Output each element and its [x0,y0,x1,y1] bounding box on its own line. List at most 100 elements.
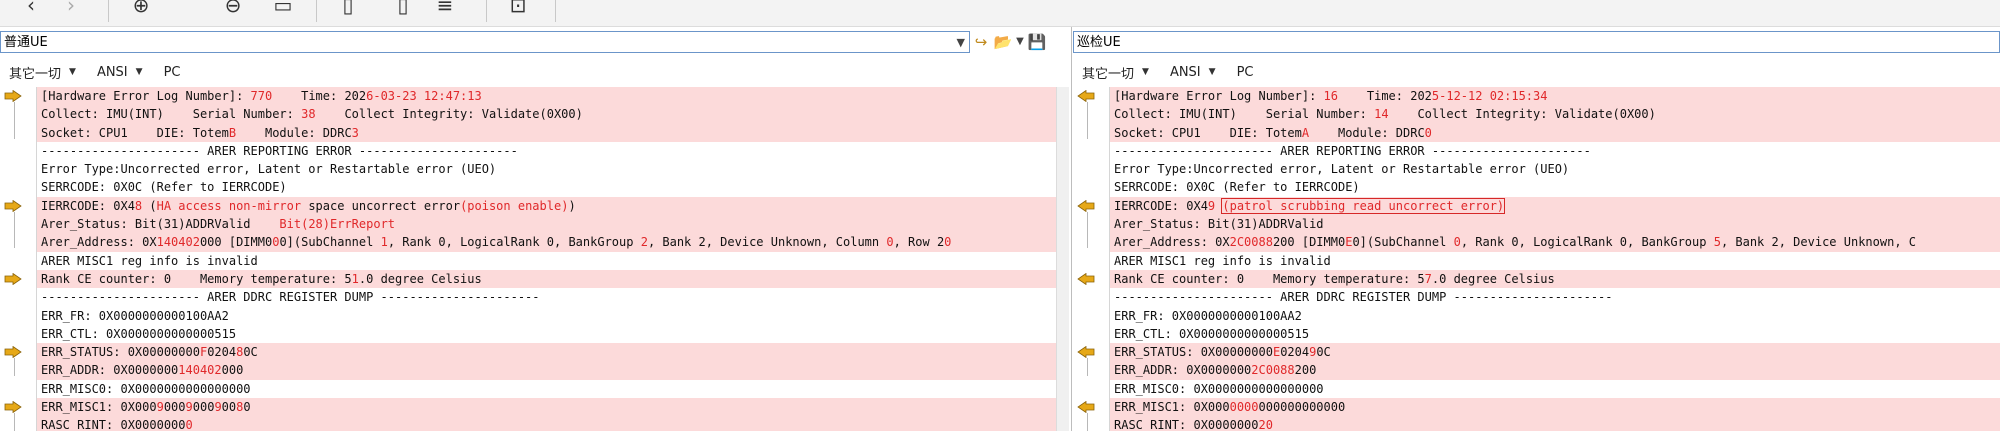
diff-line[interactable]: ERR_FR: 0X0000000000100AA2 [37,307,1069,325]
diff-arrow-icon[interactable] [1077,401,1095,414]
line-text: Collect: IMU(INT) Serial Number: [41,107,302,122]
changed-text: 0 [1453,235,1461,250]
diff-arrow-icon[interactable] [1077,346,1095,359]
changed-text: 6-03-23 12:47:13 [366,89,482,103]
line-text: Socket: CPU1 DIE: Totem [41,125,229,140]
zoom-out-icon[interactable]: ⊖ [220,0,246,18]
line-text: ERR_CTL: 0X0000000000000515 [1114,326,1310,341]
line-text: 00 [221,400,237,415]
diff-line[interactable]: Socket: CPU1 DIE: TotemB Module: DDRC3 [37,123,1069,142]
encoding-dropdown[interactable]: ANSI ▼ [1170,65,1216,80]
diff-line[interactable]: ERR_MISC0: 0X0000000000000000 [1110,380,2000,398]
zoom-in-icon[interactable]: ⊕ [128,0,154,18]
line-text: space uncorrect error [301,198,461,213]
compare-icon[interactable]: ⊡ [505,0,531,18]
diff-line[interactable]: ---------------------- ARER DDRC REGISTE… [1110,288,2000,306]
diff-arrow-icon[interactable] [4,346,22,359]
chevron-down-icon[interactable]: ▼ [957,32,965,54]
changed-text: 0 [944,235,952,250]
open-folder-icon[interactable]: 📂 [992,31,1014,53]
diff-block-marker [1087,413,1088,431]
line-text: , Bank 2, Device Unknown, C [1720,235,1917,250]
diff-line[interactable]: ERR_CTL: 0X0000000000000515 [37,325,1069,343]
diff-block-marker [14,211,15,249]
diff-line[interactable]: ERR_MISC0: 0X0000000000000000 [37,380,1069,398]
diff-line[interactable]: ERR_ADDR: 0X0000000140402000 [37,361,1069,380]
diff-arrow-icon[interactable] [1077,90,1095,102]
diff-line[interactable]: ERR_STATUS: 0X00000000F020480C [37,343,1069,362]
diff-line[interactable]: ERR_CTL: 0X0000000000000515 [1110,325,2000,343]
right-path-bar: 巡检UE [1073,29,2000,55]
right-path-input[interactable]: 巡检UE [1073,31,2000,53]
line-text: [Hardware Error Log Number]: [1114,89,1324,103]
encoding-label: ANSI [96,64,128,80]
copy-icon[interactable]: ▯ [335,0,361,18]
diff-line[interactable]: Arer_Status: Bit(31)ADDRValid Bit(28)Err… [37,215,1069,234]
left-text-area[interactable]: [Hardware Error Log Number]: 770 Time: 2… [0,87,1069,431]
swap-arrow-icon[interactable]: ↪ [970,31,992,53]
diff-block-marker [14,358,15,377]
left-path-input[interactable]: 普通UE ▼ [0,31,970,53]
diff-line[interactable]: Arer_Address: 0X140402000 [DIMM0 0 0](SubC… [37,233,1069,252]
right-text-area[interactable]: [Hardware Error Log Number]: 16 Time: 20… [1073,87,2000,431]
pane-splitter[interactable] [1071,27,1072,431]
changed-text: 9 [214,400,222,415]
filter-dropdown[interactable]: 其它一切 ▼ [9,63,76,82]
diff-line[interactable]: Error Type:Uncorrected error, Latent or … [37,160,1069,178]
save-icon[interactable]: 💾 [1026,31,1048,53]
diff-line[interactable]: RASC_RINT: 0X000000020 [1110,416,2000,431]
left-vertical-scrollbar[interactable] [1056,87,1069,431]
diff-line[interactable]: ARER MISC1 reg info is invalid [1110,252,2000,270]
line-text: Socket: CPU1 DIE: Totem [1114,125,1302,140]
line-text: ---------------------- ARER DDRC REGISTE… [1114,290,1613,305]
diff-line[interactable]: ---------------------- ARER DDRC REGISTE… [37,288,1069,306]
changed-text: 5 [1713,235,1721,250]
changed-text: 1 [380,235,388,250]
diff-line[interactable]: Collect: IMU(INT) Serial Number: 14 Coll… [1110,105,2000,124]
diff-arrow-icon[interactable] [1077,273,1095,285]
diff-line[interactable]: ERR_STATUS: 0X00000000E020490C [1110,343,2000,362]
diff-line[interactable]: ARER MISC1 reg info is invalid [37,252,1069,270]
diff-line[interactable]: Socket: CPU1 DIE: TotemA Module: DDRC0 [1110,123,2000,142]
encoding-dropdown[interactable]: ANSI ▼ [97,65,143,80]
diff-arrow-icon[interactable] [4,273,22,285]
changed-text: 0 [185,418,193,431]
filter-dropdown[interactable]: 其它一切 ▼ [1082,63,1149,82]
diff-line[interactable]: [Hardware Error Log Number]: 16 Time: 20… [1110,87,2000,106]
diff-arrow-icon[interactable] [4,401,22,414]
diff-line[interactable]: Arer_Status: Bit(31)ADDRValid [1110,215,2000,234]
diff-line[interactable]: Arer_Address: 0X2C0088200 [DIMM0E0](SubC… [1110,233,2000,252]
forward-icon[interactable]: › [58,0,84,18]
diff-line[interactable]: ---------------------- ARER REPORTING ER… [1110,142,2000,160]
line-ending-label[interactable]: PC [1237,65,1254,80]
diff-line[interactable]: RASC_RINT: 0X00000000 [37,416,1069,431]
line-text: 000000000000 [1258,400,1346,415]
diff-line[interactable]: [Hardware Error Log Number]: 770 Time: 2… [37,87,1069,106]
page-icon[interactable]: ▭ [270,0,296,18]
options-icon[interactable]: ≡ [432,0,458,18]
diff-arrow-icon[interactable] [4,90,22,102]
diff-line[interactable]: ERR_ADDR: 0X00000002C0088200 [1110,361,2000,380]
line-ending-label[interactable]: PC [164,65,181,80]
diff-line[interactable]: SERRCODE: 0X0C (Refer to IERRCODE) [37,178,1069,196]
left-lines: [Hardware Error Log Number]: 770 Time: 2… [37,87,1069,431]
diff-line[interactable]: IERRCODE: 0X48 (HA access non-mirror spa… [37,196,1069,216]
main-toolbar: ‹ › ⊕ ⊖ ▭ ▯ ▯ ≡ ⊡ [0,0,2000,27]
diff-line[interactable]: Rank CE counter: 0 Memory temperature: 5… [37,269,1069,289]
diff-line[interactable]: SERRCODE: 0X0C (Refer to IERRCODE) [1110,178,2000,196]
diff-line[interactable]: IERRCODE: 0X49 (patrol scrubbing read un… [1110,196,2000,216]
diff-line[interactable]: Rank CE counter: 0 Memory temperature: 5… [1110,269,2000,289]
diff-line[interactable]: Error Type:Uncorrected error, Latent or … [1110,160,2000,178]
chevron-down-icon[interactable]: ▼ [1014,31,1026,53]
diff-line[interactable]: Collect: IMU(INT) Serial Number: 38 Coll… [37,105,1069,124]
diff-line[interactable]: ---------------------- ARER REPORTING ER… [37,142,1069,160]
export-icon[interactable]: ▯ [390,0,416,18]
changed-text: 2 [640,235,648,250]
diff-line[interactable]: ERR_FR: 0X0000000000100AA2 [1110,307,2000,325]
diff-arrow-icon[interactable] [4,199,22,212]
diff-arrow-icon[interactable] [1077,199,1095,212]
diff-line[interactable]: ERR_MISC1: 0X0000000000000000000 [1110,398,2000,417]
back-icon[interactable]: ‹ [18,0,44,18]
diff-line[interactable]: ERR_MISC1: 0X0009000900090080 [37,398,1069,417]
line-text: ERR_STATUS: 0X00000000 [41,345,200,360]
